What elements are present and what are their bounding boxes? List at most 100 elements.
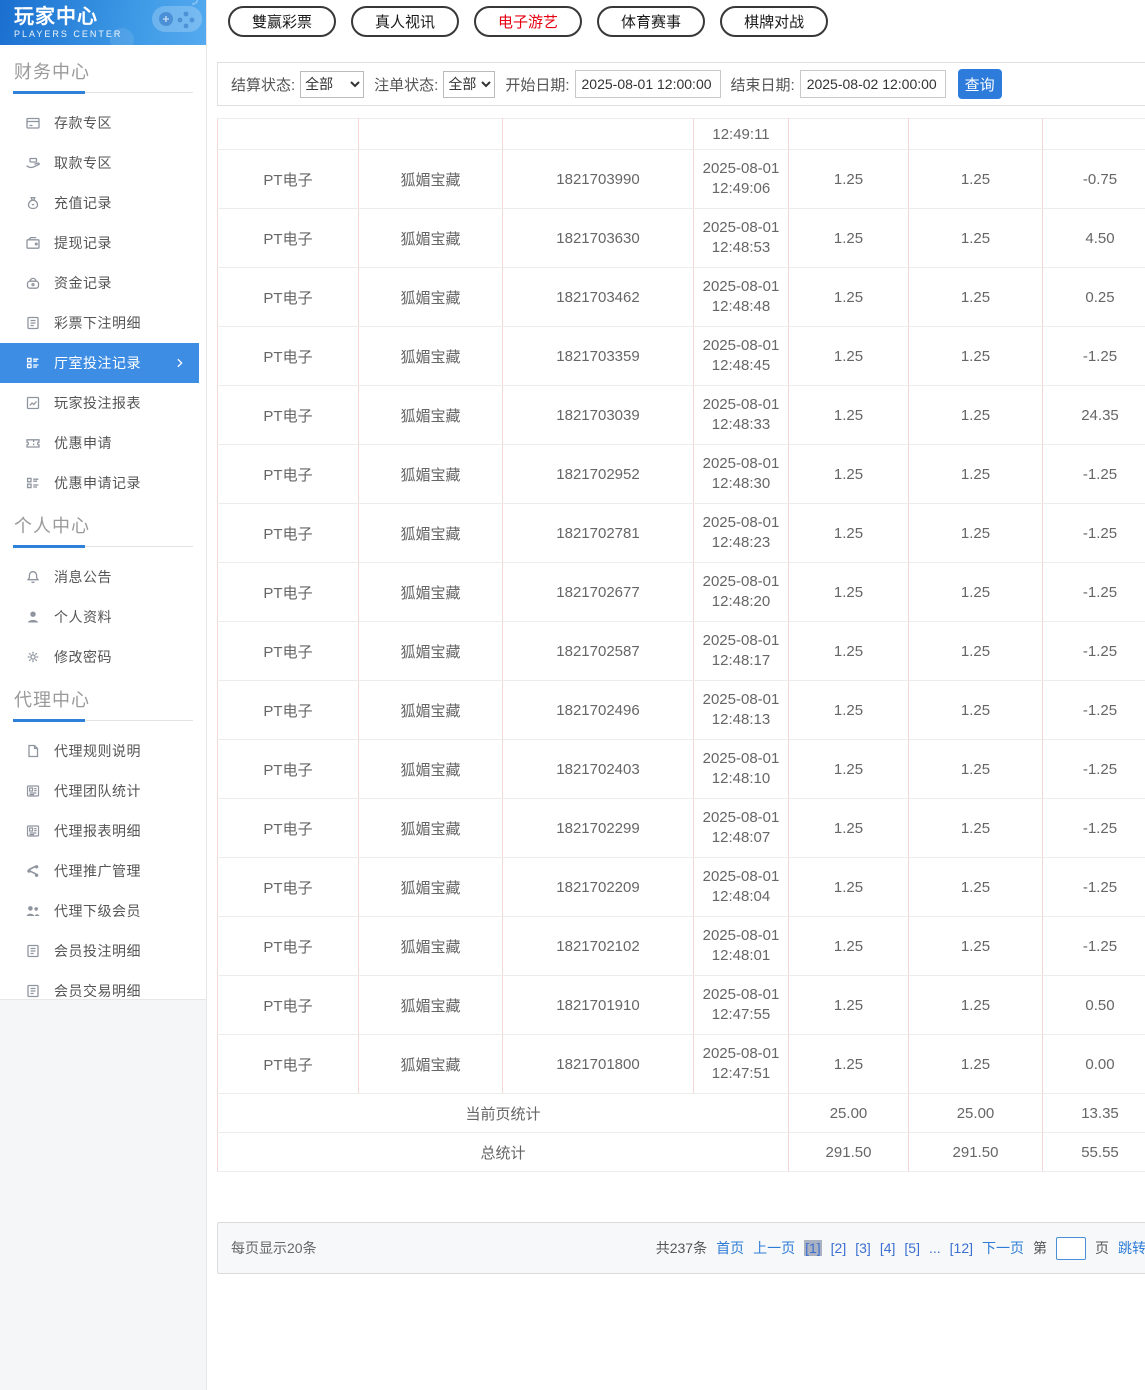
end-date-input[interactable] (799, 70, 946, 98)
sidebar-item-代理规则说明[interactable]: 代理规则说明 (0, 731, 206, 771)
sidebar-item-消息公告[interactable]: 消息公告 (0, 557, 206, 597)
sidebar-item-厅室投注记录[interactable]: 厅室投注记录 (0, 343, 199, 383)
file-icon (28, 744, 39, 758)
sidebar-item-代理报表明细[interactable]: 代理报表明细 (0, 811, 206, 851)
bet-amount-cell: 1.25 (788, 1034, 909, 1094)
sidebar-item-label: 会员交易明细 (54, 983, 141, 999)
bet-amount-cell: 1.25 (788, 739, 909, 799)
section-divider (13, 91, 193, 94)
sidebar-item-彩票下注明细[interactable]: 彩票下注明细 (0, 303, 206, 343)
sidebar-item-会员投注明细[interactable]: 会员投注明细 (0, 931, 206, 971)
users-icon (26, 906, 40, 916)
table-row: PT电子 狐媚宝藏 1821703630 2025-08-01 12:48:53 1.25… (217, 208, 1145, 268)
sidebar-item-label: 代理团队统计 (54, 783, 141, 799)
prev-page-link[interactable]: 上一页 (753, 1238, 795, 1258)
bet-time-cell: 2025-08-01 12:48:07 (693, 798, 789, 858)
sidebar-item-优惠申请[interactable]: 优惠申请 (0, 423, 206, 463)
table-row: PT电子 狐媚宝藏 1821702209 2025-08-01 12:48:04 1.25… (217, 857, 1145, 917)
page-ellipsis: ... (928, 1240, 941, 1256)
game-type-cell: PT电子 (217, 739, 359, 799)
sidebar-item-存款专区[interactable]: 存款专区 (0, 103, 206, 143)
valid-bet-cell: 1.25 (908, 680, 1043, 740)
valid-bet-cell: 1.25 (908, 621, 1043, 681)
bet-amount-cell: 1.25 (788, 916, 909, 976)
win-loss-cell: -1.25 (1042, 503, 1145, 563)
report-chart-icon (26, 396, 40, 410)
ticket-icon (26, 439, 40, 448)
page-link-[2][interactable]: [2] (831, 1240, 847, 1256)
start-date-input[interactable] (574, 70, 721, 98)
settle-status-label: 结算状态: (231, 76, 296, 94)
sidebar-item-充值记录[interactable]: 充值记录 (0, 183, 206, 223)
valid-bet-cell: 1.25 (908, 857, 1043, 917)
game-type-cell: PT电子 (217, 857, 359, 917)
order-id-cell: 1821702952 (502, 444, 694, 504)
sidebar-item-取款专区[interactable]: 取款专区 (0, 143, 206, 183)
tab-雙赢彩票[interactable]: 雙赢彩票 (228, 6, 337, 37)
settle-status-select[interactable]: 全部 (300, 70, 365, 98)
sidebar-item-代理下级会员[interactable]: 代理下级会员 (0, 891, 206, 931)
sidebar-item-label: 玩家投注报表 (54, 395, 141, 411)
search-button[interactable]: 查询 (957, 69, 1002, 99)
game-name-cell: 狐媚宝藏 (358, 444, 503, 504)
sidebar-item-玩家投注报表[interactable]: 玩家投注报表 (0, 383, 206, 423)
sidebar-item-label: 个人资料 (54, 609, 112, 625)
order-id-cell: 1821701800 (502, 1034, 694, 1094)
section-title: 代理中心 (14, 690, 90, 710)
order-status-select[interactable]: 全部 (443, 70, 496, 98)
sidebar-item-label: 会员投注明细 (54, 943, 141, 959)
table-row: PT电子 狐媚宝藏 1821702952 2025-08-01 12:48:30 1.25… (217, 444, 1145, 504)
page-jump-input[interactable] (1056, 1236, 1086, 1260)
valid-bet-cell: 1.25 (908, 975, 1043, 1035)
jump-button[interactable]: 跳转 (1118, 1238, 1145, 1258)
tab-棋牌对战[interactable]: 棋牌对战 (720, 6, 829, 37)
sidebar-item-会员交易明细[interactable]: 会员交易明细 (0, 971, 206, 1011)
page-link-[5][interactable]: [5] (904, 1240, 920, 1256)
tab-真人视讯[interactable]: 真人视讯 (351, 6, 460, 37)
total-summary-result: 55.55 (1042, 1132, 1145, 1172)
page-summary-valid: 25.00 (908, 1093, 1043, 1133)
section-divider (13, 719, 193, 722)
sidebar-item-提现记录[interactable]: 提现记录 (0, 223, 206, 263)
first-page-link[interactable]: 首页 (716, 1238, 744, 1258)
game-type-cell: PT电子 (217, 149, 359, 209)
sidebar-item-个人资料[interactable]: 个人资料 (0, 597, 206, 637)
money-bag-icon (27, 196, 39, 210)
bet-amount-cell: 1.25 (788, 680, 909, 740)
page-link-[4][interactable]: [4] (880, 1240, 896, 1256)
next-page-link[interactable]: 下一页 (982, 1238, 1024, 1258)
sidebar-item-修改密码[interactable]: 修改密码 (0, 637, 206, 677)
valid-bet-cell: 1.25 (908, 444, 1043, 504)
table-row: PT电子 狐媚宝藏 1821702102 2025-08-01 12:48:01 1.25… (217, 916, 1145, 976)
sidebar: 玩家中心 PLAYERS CENTER 财务中心 存款专区 取款专区 充值记录 提现记录… (0, 0, 207, 1390)
sidebar-item-代理推广管理[interactable]: 代理推广管理 (0, 851, 206, 891)
tab-电子游艺[interactable]: 电子游艺 (474, 6, 583, 37)
table-row: PT电子 狐媚宝藏 1821703462 2025-08-01 12:48:48 1.25… (217, 267, 1145, 327)
valid-bet-cell: 1.25 (908, 1034, 1043, 1094)
win-loss-cell: -1.25 (1042, 326, 1145, 386)
game-name-cell: 狐媚宝藏 (358, 267, 503, 327)
bet-amount-cell: 1.25 (788, 385, 909, 445)
bell-icon (27, 571, 39, 584)
page-link-[12][interactable]: [12] (950, 1240, 973, 1256)
page-link-[3][interactable]: [3] (855, 1240, 871, 1256)
tab-体育赛事[interactable]: 体育赛事 (597, 6, 706, 37)
game-type-cell: PT电子 (217, 680, 359, 740)
main-content: 雙赢彩票 真人视讯 电子游艺 体育赛事 棋牌对战 结算状态: 全部 注单状态: 全部 开… (217, 0, 1145, 1390)
valid-bet-cell: 1.25 (908, 326, 1043, 386)
sidebar-item-优惠申请记录[interactable]: 优惠申请记录 (0, 463, 206, 503)
win-loss-cell: -1.25 (1042, 680, 1145, 740)
sidebar-item-代理团队统计[interactable]: 代理团队统计 (0, 771, 206, 811)
section-title: 财务中心 (14, 62, 90, 82)
table-row: PT电子 狐媚宝藏 1821702587 2025-08-01 12:48:17 1.25… (217, 621, 1145, 681)
game-name-cell: 狐媚宝藏 (358, 149, 503, 209)
valid-bet-cell: 1.25 (908, 739, 1043, 799)
page-link-[1][interactable]: [1] (804, 1240, 822, 1256)
bet-time-cell: 2025-08-01 12:48:20 (693, 562, 789, 622)
page-summary-bet: 25.00 (788, 1093, 909, 1133)
win-loss-cell: 0.25 (1042, 267, 1145, 327)
win-loss-cell: 0.50 (1042, 975, 1145, 1035)
document-lines-icon (27, 316, 39, 330)
sidebar-item-资金记录[interactable]: 资金记录 (0, 263, 206, 303)
bet-time-cell: 2025-08-01 12:47:51 (693, 1034, 789, 1094)
